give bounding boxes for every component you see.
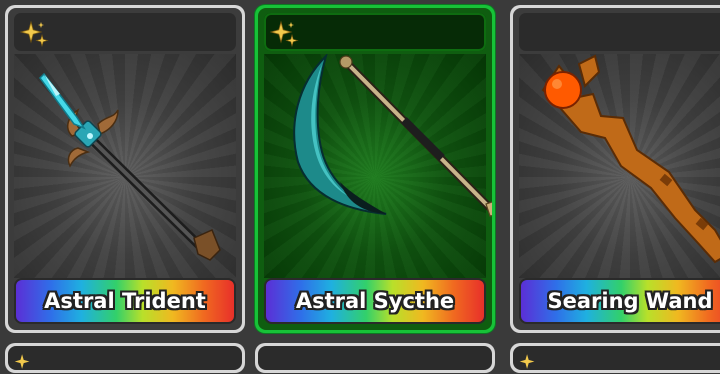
sparkle-icon xyxy=(14,354,30,369)
item-card-row2-2[interactable] xyxy=(255,343,495,373)
sparkle-icon xyxy=(20,20,49,48)
item-name-plate: Searing Wand xyxy=(519,278,720,324)
item-name: Astral Trident xyxy=(44,289,206,313)
item-card-astral-sycthe[interactable]: Astral Sycthe xyxy=(255,5,495,333)
card-body: Astral Sycthe xyxy=(258,8,492,330)
wand-icon xyxy=(541,54,720,264)
card-header xyxy=(258,346,492,370)
sparkle-icon xyxy=(270,20,299,48)
item-name-plate: Astral Trident xyxy=(14,278,236,324)
item-image xyxy=(14,54,236,278)
sparkle-icon xyxy=(519,354,535,369)
item-image xyxy=(264,54,492,278)
item-name: Searing Wand xyxy=(547,289,713,313)
trident-icon xyxy=(39,72,221,261)
card-header xyxy=(8,346,242,370)
card-body: Searing Wand xyxy=(513,8,720,330)
item-card-astral-trident[interactable]: Astral Trident xyxy=(5,5,245,333)
card-header xyxy=(513,346,720,370)
scythe-icon xyxy=(293,54,492,217)
item-name-plate: Astral Sycthe xyxy=(264,278,486,324)
item-card-searing-wand[interactable]: Searing Wand xyxy=(510,5,720,333)
card-body: Astral Trident xyxy=(8,8,242,330)
item-name: Astral Sycthe xyxy=(295,289,455,313)
item-image xyxy=(519,54,720,278)
card-header xyxy=(264,13,486,51)
card-header xyxy=(14,13,236,51)
item-card-row2-1[interactable] xyxy=(5,343,245,373)
card-header xyxy=(519,13,720,51)
item-card-row2-3[interactable] xyxy=(510,343,720,373)
